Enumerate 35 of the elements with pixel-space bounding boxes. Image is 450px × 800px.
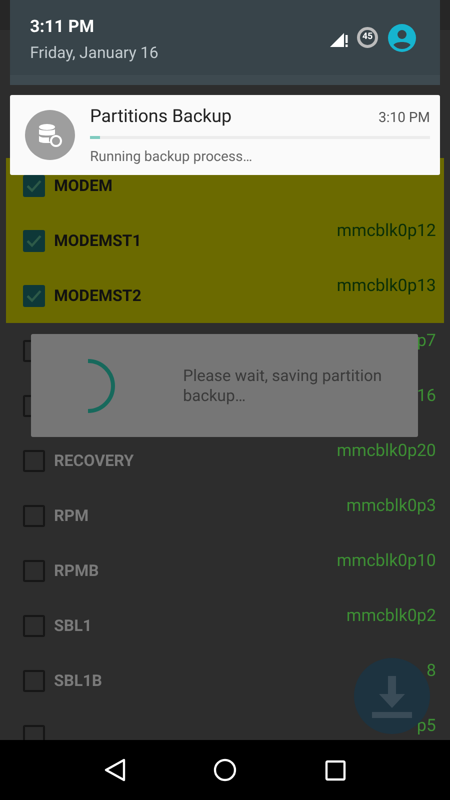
partition-name: RPMB xyxy=(54,560,99,582)
date-text: Friday, January 16 xyxy=(30,42,158,64)
partition-row[interactable]: MODEMST1 mmcblk0p12 xyxy=(6,213,444,268)
notification-card[interactable]: Partitions Backup 3:10 PM Running backup process… xyxy=(10,95,440,175)
back-icon[interactable] xyxy=(104,758,126,782)
partition-name: MODEMST2 xyxy=(54,284,142,306)
download-icon xyxy=(372,674,412,718)
device-name: mmcblk0p12 xyxy=(336,220,436,243)
notification-time: 3:10 PM xyxy=(378,109,430,128)
device-name: p5 xyxy=(416,715,436,738)
device-name: mmcblk0p10 xyxy=(336,550,436,573)
checkbox[interactable] xyxy=(23,174,45,196)
clock-text: 3:11 PM xyxy=(30,16,94,39)
dialog-message: Please wait, saving partition backup… xyxy=(183,366,383,406)
checkbox[interactable] xyxy=(23,284,45,306)
device-name: 8 xyxy=(426,660,436,683)
recents-icon[interactable] xyxy=(325,760,346,780)
checkbox[interactable] xyxy=(23,230,45,252)
partition-name: MODEM xyxy=(54,174,112,196)
account-icon[interactable] xyxy=(388,24,416,52)
partition-name: SBL1 xyxy=(54,614,92,636)
home-icon[interactable] xyxy=(213,758,238,782)
device-name: mmcblk0p3 xyxy=(346,495,436,518)
partition-name: MODEMST1 xyxy=(54,230,142,252)
partition-name: RECOVERY xyxy=(54,450,134,472)
device-name: p7 xyxy=(416,330,436,353)
partition-name: SBL1B xyxy=(54,670,102,692)
device-name: 16 xyxy=(416,385,436,408)
device-name: mmcblk0p13 xyxy=(336,275,436,298)
partition-row[interactable]: MODEMST2 mmcblk0p13 xyxy=(6,268,444,323)
notification-title: Partitions Backup xyxy=(90,105,232,129)
device-name: mmcblk0p20 xyxy=(336,440,436,463)
database-icon xyxy=(25,110,75,160)
device-name: mmcblk0p2 xyxy=(346,605,436,628)
partition-name: RPM xyxy=(54,504,89,526)
